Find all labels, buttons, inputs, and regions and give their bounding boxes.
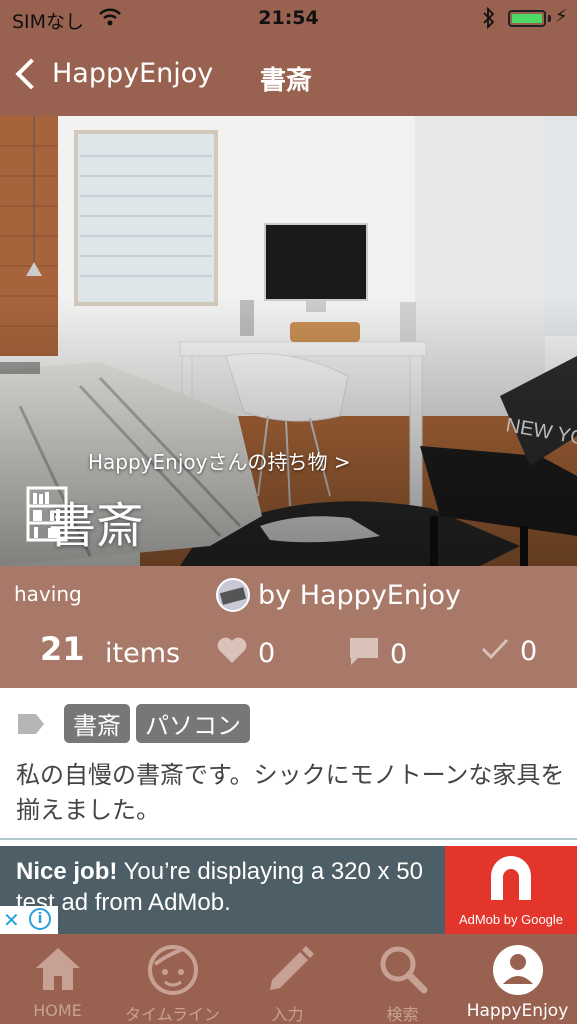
tab-bar: HOME タイムライン 入力 検索 HappyEnjoy [0, 934, 577, 1024]
divider [0, 838, 577, 840]
tag-icon [18, 713, 44, 734]
tag-chip[interactable]: パソコン [136, 704, 250, 743]
heart-icon [216, 636, 248, 671]
avatar [216, 578, 250, 612]
tab-home[interactable]: HOME [0, 934, 115, 1024]
item-count: 21 [40, 630, 85, 668]
check-count: 0 [520, 636, 538, 667]
ad-text: Nice job! You’re displaying a 320 x 50 t… [16, 856, 436, 918]
profile-icon [493, 945, 543, 995]
item-description: 私の自慢の書斎です。シックにモノトーンな家具を揃えました。 [16, 761, 565, 824]
tab-label: 検索 [386, 1005, 419, 1024]
like-button[interactable]: 0 [216, 636, 275, 671]
ad-brand: AdMob by Google [458, 912, 564, 927]
face-icon [148, 945, 198, 995]
having-label: having [14, 582, 82, 606]
adchoices-icon[interactable]: ✕ i [0, 906, 58, 934]
tag-chip[interactable]: 書斎 [64, 704, 130, 743]
charging-icon: ⚡ [555, 6, 568, 27]
stats-panel: having by HappyEnjoy 21 items 0 0 0 [0, 566, 577, 688]
chevron-left-icon [15, 57, 47, 90]
close-icon[interactable]: ✕ [3, 908, 20, 932]
tab-label: HappyEnjoy [466, 1001, 569, 1021]
tab-search[interactable]: 検索 [345, 934, 460, 1024]
tags-section: 書斎 パソコン 私の自慢の書斎です。シックにモノトーンな家具を揃えました。 [0, 688, 577, 840]
tab-label: タイムライン [125, 1005, 220, 1024]
search-icon [380, 946, 428, 994]
status-bar: SIMなし 21:54 ⚡ [0, 0, 577, 40]
owner-link[interactable]: HappyEnjoyさんの持ち物 > [88, 446, 351, 475]
back-label: HappyEnjoy [52, 58, 214, 89]
battery-tip [548, 15, 551, 22]
like-count: 0 [258, 638, 276, 669]
ad-banner[interactable]: Nice job! You’re displaying a 320 x 50 t… [0, 846, 577, 934]
tab-profile[interactable]: HappyEnjoy [460, 934, 575, 1024]
check-icon [480, 636, 510, 667]
comment-button[interactable]: 0 [348, 636, 407, 673]
page-title: 書斎 [260, 66, 313, 96]
hero-image[interactable]: NEW YORK HappyEnjoyさんの持ち物 > 書斎 [0, 116, 577, 566]
tab-timeline[interactable]: タイムライン [115, 934, 230, 1024]
pencil-icon [270, 946, 314, 990]
tab-input[interactable]: 入力 [230, 934, 345, 1024]
home-icon [36, 948, 80, 990]
author-name: by HappyEnjoy [258, 579, 461, 611]
info-icon[interactable]: i [29, 908, 51, 930]
admob-logo: AdMob by Google [445, 846, 577, 934]
navigation-bar: HappyEnjoy 書斎 [0, 40, 577, 116]
comment-icon [348, 636, 380, 673]
tag-row: 書斎 パソコン [18, 704, 256, 743]
tab-label: HOME [33, 1001, 82, 1020]
bluetooth-icon [482, 6, 496, 34]
hero-title-row: 書斎 [26, 486, 144, 556]
check-button[interactable]: 0 [480, 636, 537, 667]
battery-icon [508, 10, 546, 27]
tab-label: 入力 [271, 1005, 304, 1024]
back-button[interactable]: HappyEnjoy [12, 57, 214, 90]
comment-count: 0 [390, 639, 408, 670]
ad-headline: Nice job! [16, 858, 118, 885]
item-unit: items [105, 638, 181, 669]
author-link[interactable]: by HappyEnjoy [216, 578, 461, 612]
